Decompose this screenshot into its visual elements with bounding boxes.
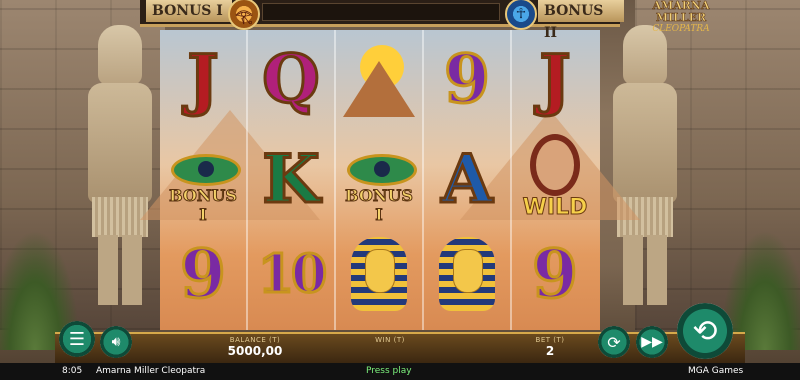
balance-value: 5000,00 [227, 344, 283, 358]
reel-2: Q K 10 [248, 30, 336, 330]
eye-of-horus-icon [347, 154, 417, 186]
sound-button[interactable]: 🔊︎ [100, 326, 132, 358]
bet-label: BET (T) [535, 336, 565, 344]
eye-of-horus-icon [171, 154, 241, 186]
spin-icon: ⟲ [692, 313, 718, 349]
bonus-2-label: BONUS II [538, 0, 624, 41]
reel-3: BONUS I [336, 30, 424, 330]
bet-value[interactable]: 2 [510, 344, 590, 358]
reel-4: 9 A [424, 30, 512, 330]
win-field: WIN (T) [350, 336, 430, 344]
provider-name: MGA Games [688, 366, 744, 376]
clock: 8:05 [62, 366, 83, 376]
symbol-q: Q [261, 40, 321, 118]
win-label: WIN (T) [375, 336, 405, 344]
symbol-eye-bonus: BONUS I [163, 135, 243, 225]
symbol-10: 10 [256, 242, 328, 306]
symbol-pharaoh-mask [339, 230, 419, 318]
status-bar: 8:05 Amarna Miller Cleopatra Press play … [0, 363, 800, 380]
pyramid-icon [343, 61, 415, 117]
pharaoh-mask-icon [351, 237, 407, 311]
symbol-pharaoh-mask [427, 230, 507, 318]
menu-icon: ☰ [68, 328, 86, 350]
status-message: Press play [366, 366, 412, 376]
balance-field: BALANCE (T) 5000,00 [215, 336, 295, 358]
symbol-9: 9 [179, 234, 228, 315]
logo-title: AMARNA MILLER [652, 0, 710, 24]
autoplay-icon: ⟳ [607, 332, 621, 352]
fast-spin-button[interactable]: ▶▶ [636, 326, 668, 358]
symbol-pyramid [339, 35, 419, 123]
cleopatra-portrait [536, 140, 574, 190]
spin-button[interactable]: ⟲ [677, 303, 733, 359]
symbol-k: K [261, 140, 321, 218]
bet-field[interactable]: BET (T) 2 [510, 336, 590, 358]
autoplay-button[interactable]: ⟳ [598, 326, 630, 358]
symbol-wild: WILD [515, 135, 595, 223]
bonus-progress-bar [262, 3, 500, 21]
reel-5: J WILD 9 [512, 30, 598, 330]
bonus-1-label: BONUS I [146, 0, 232, 22]
game-logo: AMARNA MILLER CLEOPATRA [628, 0, 734, 34]
symbol-9: 9 [443, 39, 492, 120]
menu-button[interactable]: ☰ [59, 321, 95, 357]
symbol-a: A [440, 140, 494, 218]
reel-1: J BONUS I 9 [160, 30, 248, 330]
reels-area: J BONUS I 9 Q K 10 BONUS I 9 A J WILD 9 [140, 30, 640, 330]
symbol-j: J [186, 40, 220, 118]
symbol-j: J [538, 40, 572, 118]
game-title: Amarna Miller Cleopatra [96, 366, 206, 376]
symbol-eye-bonus: BONUS I [339, 135, 419, 225]
fast-forward-icon: ▶▶ [641, 334, 663, 350]
balance-label: BALANCE (T) [229, 336, 281, 344]
logo-subtitle: CLEOPATRA [652, 24, 710, 34]
symbol-9: 9 [531, 234, 580, 315]
speaker-icon: 🔊︎ [111, 334, 121, 350]
pharaoh-mask-icon [439, 237, 495, 311]
